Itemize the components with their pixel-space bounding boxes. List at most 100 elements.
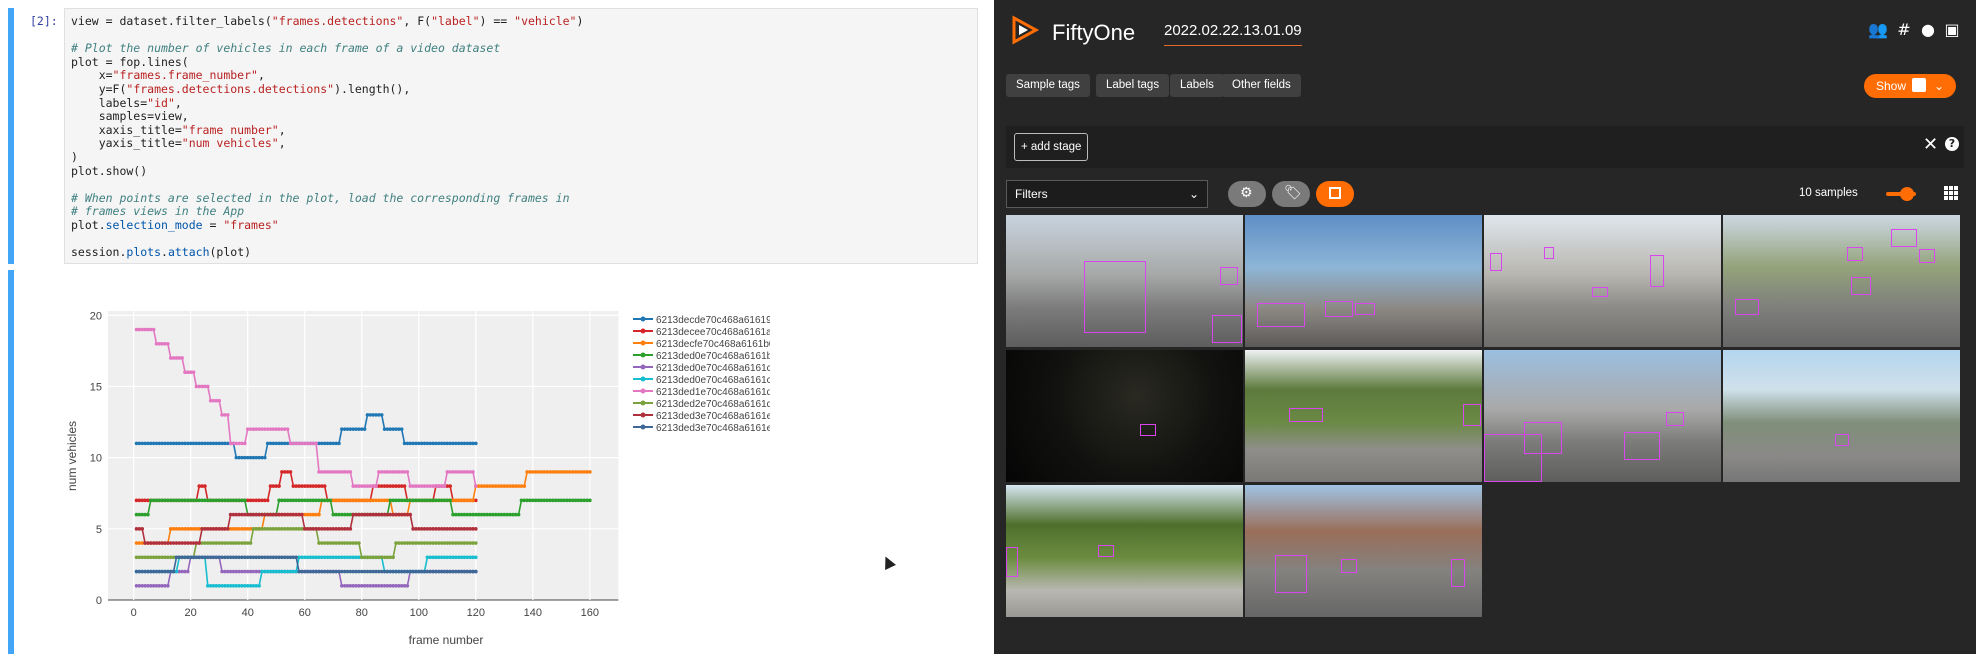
legend-item[interactable]: 6213ded0e70c468a6161c551 bbox=[633, 375, 770, 386]
data-point[interactable] bbox=[225, 527, 230, 531]
data-point[interactable] bbox=[516, 512, 521, 517]
sample-thumbnail[interactable] bbox=[1723, 350, 1960, 482]
data-point[interactable] bbox=[205, 384, 210, 389]
data-point[interactable] bbox=[391, 555, 395, 560]
sample-thumbnail[interactable] bbox=[1723, 215, 1960, 347]
sample-thumbnail[interactable] bbox=[1484, 350, 1721, 482]
tab-sample-tags[interactable]: Sample tags bbox=[1006, 74, 1090, 97]
data-point[interactable] bbox=[180, 356, 184, 360]
filters-dropdown[interactable]: Filters ⌄ bbox=[1006, 180, 1208, 208]
data-point[interactable] bbox=[474, 441, 478, 446]
data-point[interactable] bbox=[243, 441, 247, 446]
dataset-selector[interactable]: 2022.02.22.13.01.09 bbox=[1164, 22, 1302, 46]
data-point[interactable] bbox=[265, 498, 270, 503]
legend-item[interactable]: 6213ded2e70c468a6161dfaa bbox=[633, 399, 770, 410]
data-point[interactable] bbox=[471, 470, 475, 474]
help-icon[interactable]: ? bbox=[1945, 137, 1959, 151]
tab-labels[interactable]: Labels bbox=[1170, 74, 1224, 97]
data-point[interactable] bbox=[151, 327, 156, 332]
data-point[interactable] bbox=[166, 341, 170, 346]
code-cell[interactable]: view = dataset.filter_labels("frames.det… bbox=[64, 8, 978, 264]
data-point[interactable] bbox=[285, 427, 290, 431]
sample-thumbnail[interactable] bbox=[1245, 350, 1482, 482]
data-point[interactable] bbox=[379, 413, 384, 417]
legend-item[interactable]: 6213ded0e70c468a6161c2db bbox=[633, 363, 770, 374]
data-point[interactable] bbox=[474, 484, 478, 488]
data-point[interactable] bbox=[402, 484, 407, 488]
data-point[interactable] bbox=[408, 512, 413, 517]
sample-thumbnail[interactable] bbox=[1006, 215, 1243, 347]
data-point[interactable] bbox=[328, 498, 333, 503]
legend-item[interactable]: 6213decfe70c468a6161b063 bbox=[633, 339, 770, 350]
tab-other-fields[interactable]: Other fields bbox=[1222, 74, 1301, 97]
data-point[interactable] bbox=[171, 569, 176, 574]
data-point[interactable] bbox=[348, 527, 353, 531]
data-point[interactable] bbox=[474, 527, 478, 531]
data-point[interactable] bbox=[448, 498, 452, 503]
data-point[interactable] bbox=[474, 569, 478, 574]
add-stage-button[interactable]: + add stage bbox=[1014, 133, 1089, 161]
slider-thumb[interactable] bbox=[1900, 187, 1914, 201]
data-point[interactable] bbox=[263, 455, 267, 460]
data-point[interactable] bbox=[362, 427, 367, 431]
sample-thumbnail[interactable] bbox=[1006, 350, 1243, 482]
tab-label-tags[interactable]: Label tags bbox=[1096, 74, 1170, 97]
data-point[interactable] bbox=[146, 512, 150, 517]
slack-icon[interactable]: # bbox=[1894, 20, 1914, 40]
users-icon[interactable]: 👥 bbox=[1868, 20, 1888, 40]
grid-view-icon[interactable] bbox=[1944, 186, 1958, 200]
data-point[interactable] bbox=[225, 413, 230, 417]
data-point[interactable] bbox=[257, 583, 261, 588]
legend-item[interactable]: 6213decee70c468a6161a587 bbox=[633, 327, 770, 338]
data-point[interactable] bbox=[314, 441, 318, 446]
legend-item[interactable]: 6213decde70c468a61619f7e bbox=[633, 315, 770, 326]
data-point[interactable] bbox=[197, 541, 202, 545]
data-point[interactable] bbox=[448, 484, 452, 488]
data-point[interactable] bbox=[217, 398, 222, 403]
github-icon[interactable]: ● bbox=[1918, 20, 1938, 40]
data-point[interactable] bbox=[243, 498, 247, 503]
data-point[interactable] bbox=[374, 484, 378, 488]
show-plots-button[interactable]: Show ⌄ bbox=[1864, 74, 1956, 98]
data-point[interactable] bbox=[277, 484, 281, 488]
tag-button[interactable]: 🏷 bbox=[1272, 181, 1310, 207]
data-point[interactable] bbox=[317, 512, 321, 517]
zoom-slider[interactable] bbox=[1886, 187, 1916, 201]
data-point[interactable] bbox=[166, 583, 170, 588]
data-point[interactable] bbox=[248, 541, 253, 545]
data-point[interactable] bbox=[203, 484, 207, 488]
code-text[interactable]: view = dataset.filter_labels("frames.det… bbox=[65, 9, 977, 260]
sample-thumbnail[interactable] bbox=[1006, 485, 1243, 617]
line-plot[interactable]: 0 5 10 15 20 0 20 40 60 80 100 120 140 160 6213decde7… bbox=[60, 296, 770, 654]
data-point[interactable] bbox=[288, 470, 293, 474]
legend-item[interactable]: 6213ded0e70c468a6161bc83 bbox=[633, 351, 770, 362]
data-point[interactable] bbox=[405, 470, 410, 474]
data-point[interactable] bbox=[191, 370, 196, 375]
data-point[interactable] bbox=[588, 498, 592, 503]
data-point[interactable] bbox=[294, 555, 298, 560]
fiftyone-logo-icon[interactable] bbox=[1008, 14, 1040, 46]
sample-thumbnail[interactable] bbox=[1245, 485, 1482, 617]
data-point[interactable] bbox=[322, 484, 327, 488]
data-point[interactable] bbox=[588, 470, 592, 474]
data-point[interactable] bbox=[357, 541, 361, 545]
data-point[interactable] bbox=[474, 555, 478, 560]
data-point[interactable] bbox=[399, 427, 404, 431]
data-point[interactable] bbox=[405, 583, 410, 588]
sample-thumbnail[interactable] bbox=[1484, 215, 1721, 347]
data-point[interactable] bbox=[140, 527, 145, 531]
data-point[interactable] bbox=[471, 498, 475, 503]
legend-item[interactable]: 6213ded1e70c468a6161d20f bbox=[633, 387, 770, 398]
legend-item[interactable]: 6213ded3e70c468a6161e448 bbox=[633, 411, 770, 422]
data-point[interactable] bbox=[337, 441, 341, 446]
docs-icon[interactable]: ▣ bbox=[1942, 20, 1962, 40]
data-point[interactable] bbox=[348, 470, 353, 474]
selection-button[interactable] bbox=[1316, 181, 1354, 207]
data-point[interactable] bbox=[300, 512, 304, 517]
sample-thumbnail[interactable] bbox=[1245, 215, 1482, 347]
settings-button[interactable]: ⚙ bbox=[1228, 181, 1266, 207]
close-icon[interactable]: ✕ bbox=[1923, 134, 1938, 155]
data-point[interactable] bbox=[442, 484, 447, 488]
data-point[interactable] bbox=[474, 541, 478, 545]
legend-item[interactable]: 6213ded3e70c468a6161ee64 bbox=[633, 423, 770, 434]
